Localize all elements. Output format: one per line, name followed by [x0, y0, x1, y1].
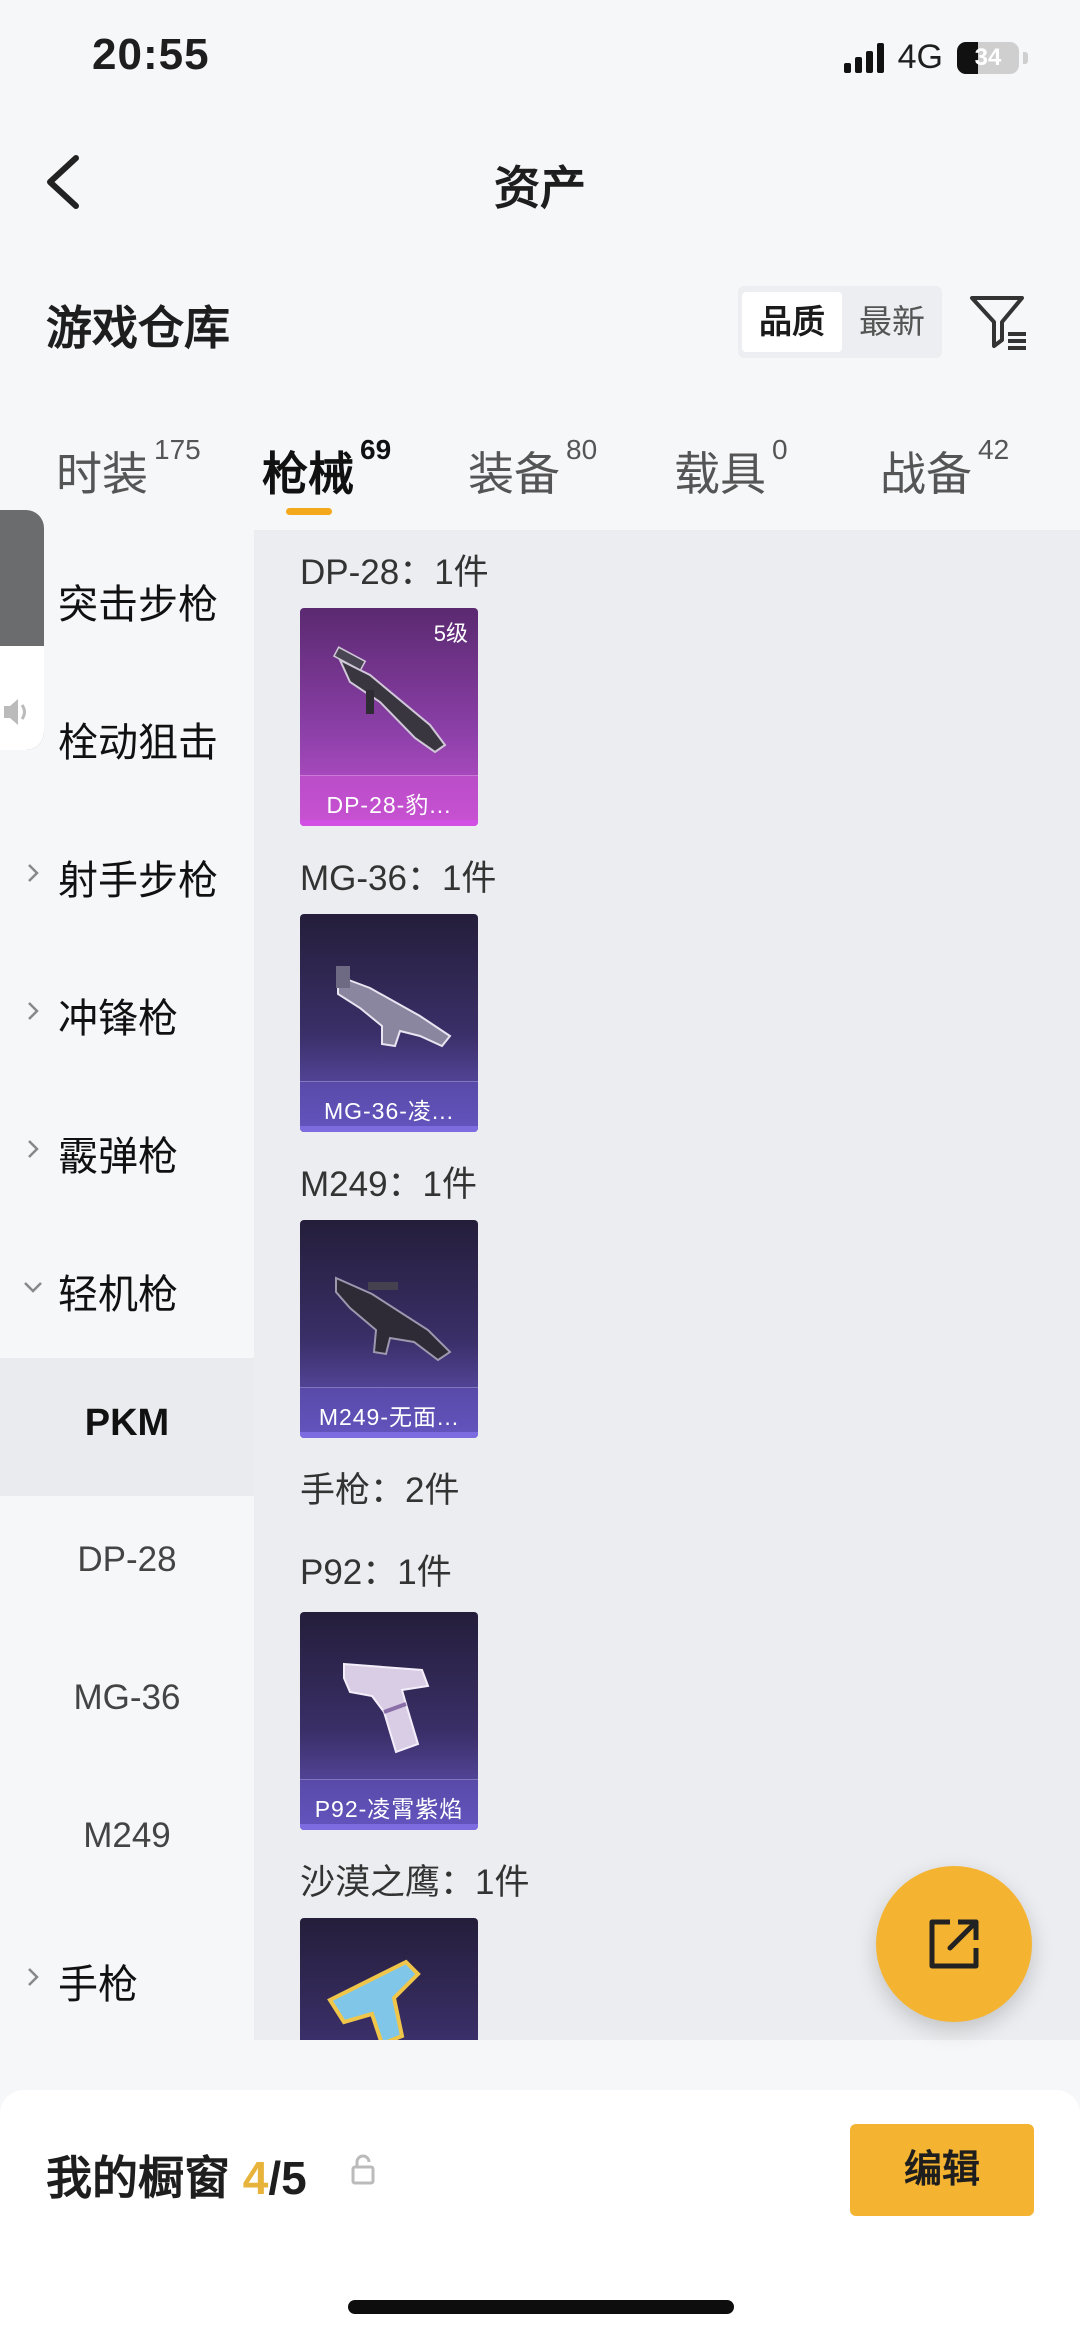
- showcase-total: /5: [268, 2152, 307, 2204]
- item-card[interactable]: M249-无面...: [300, 1220, 478, 1438]
- gun-image: [343, 1662, 430, 1754]
- page-title: 资产: [494, 162, 586, 214]
- status-time: 20:55: [92, 30, 210, 79]
- group-label: 沙漠之鹰：1件: [300, 1863, 530, 1902]
- sidebar-item-marksman-rifle[interactable]: 射手步枪: [0, 806, 254, 944]
- warehouse-title: 游戏仓库: [46, 302, 230, 354]
- battery-level: 34: [974, 43, 1002, 71]
- battery-icon: 34: [957, 41, 1019, 74]
- chevron-right-icon: [22, 862, 44, 884]
- item-name: DP-28-豹...: [326, 792, 452, 818]
- tab-supplies[interactable]: 战备 42: [880, 434, 1009, 504]
- showcase-label: 我的橱窗 4/5: [46, 2152, 307, 2204]
- status-bar: 20:55 4G 34: [0, 0, 1080, 120]
- sidebar-sub-mg36[interactable]: MG-36: [0, 1634, 254, 1772]
- gun-image: [327, 1959, 421, 2040]
- item-name: M249-无面...: [318, 1404, 460, 1430]
- sidebar-item-smg[interactable]: 冲锋枪: [0, 944, 254, 1082]
- signal-icon: [843, 42, 884, 73]
- share-icon: [929, 1919, 979, 1969]
- tab-equipment[interactable]: 装备 80: [468, 434, 597, 504]
- item-name: MG-36-凌...: [323, 1098, 455, 1124]
- item-card[interactable]: 5级 DP-28-豹...: [300, 608, 478, 826]
- group-label: DP-28：1件: [300, 553, 489, 592]
- group-label: P92：1件: [300, 1553, 452, 1592]
- group-label: MG-36：1件: [300, 859, 497, 898]
- group-label: M249：1件: [300, 1165, 478, 1204]
- chevron-right-icon: [22, 1966, 44, 1988]
- lock-icon: [350, 2154, 376, 2186]
- tab-vehicles[interactable]: 载具 0: [674, 434, 788, 504]
- showcase-count: 4: [242, 2152, 269, 2204]
- share-button[interactable]: [876, 1866, 1032, 2022]
- tab-fashion[interactable]: 时装 175: [56, 434, 201, 504]
- filter-icon[interactable]: [966, 288, 1032, 354]
- chevron-right-icon: [22, 1000, 44, 1022]
- sidebar-item-lmg[interactable]: 轻机枪: [0, 1220, 254, 1358]
- sidebar-item-pistol[interactable]: 手枪: [0, 1910, 254, 2048]
- network-label: 4G: [897, 38, 943, 76]
- sidebar: 突击步枪 栓动狙击 射手步枪 冲锋枪 霰弹枪 轻机枪 PKM DP-28 MG-…: [0, 530, 254, 2040]
- edit-button[interactable]: 编辑: [850, 2124, 1034, 2216]
- item-name: P92-凌霄紫焰: [314, 1796, 464, 1822]
- home-indicator: [348, 2300, 734, 2314]
- gun-image: [336, 966, 452, 1048]
- chevron-down-icon: [22, 1276, 44, 1298]
- gun-image: [332, 646, 447, 754]
- sort-option-quality[interactable]: 品质: [742, 292, 842, 352]
- sidebar-sub-dp28[interactable]: DP-28: [0, 1496, 254, 1634]
- sidebar-sub-m249[interactable]: M249: [0, 1772, 254, 1910]
- speaker-icon[interactable]: [0, 690, 34, 734]
- item-card[interactable]: P92-凌霄紫焰: [300, 1612, 478, 1830]
- chevron-right-icon: [22, 1138, 44, 1160]
- sort-toggle: 品质 最新: [738, 286, 942, 358]
- sidebar-item-shotgun[interactable]: 霰弹枪: [0, 1082, 254, 1220]
- sidebar-sub-pkm[interactable]: PKM: [0, 1358, 254, 1496]
- item-card[interactable]: [300, 1918, 478, 2040]
- group-label: 手枪：2件: [300, 1471, 460, 1510]
- sort-option-latest[interactable]: 最新: [842, 292, 942, 352]
- nav-bar: 资产: [0, 130, 1080, 230]
- tab-indicator: [286, 508, 332, 515]
- tab-firearms[interactable]: 枪械 69: [262, 434, 391, 504]
- gun-image: [335, 1276, 452, 1362]
- category-tabs: 时装 175 枪械 69 装备 80 载具 0 战备 42: [0, 420, 1080, 520]
- item-card[interactable]: MG-36-凌...: [300, 914, 478, 1132]
- status-icons: 4G 34: [843, 38, 1028, 77]
- item-grid: DP-28：1件 5级 DP-28-豹... MG-36：1件 MG-36-凌.…: [254, 530, 1080, 2040]
